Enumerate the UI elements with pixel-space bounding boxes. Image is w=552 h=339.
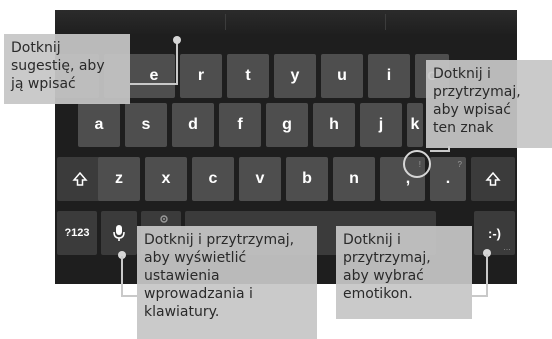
- key-h[interactable]: h: [313, 103, 355, 147]
- key-y[interactable]: y: [274, 54, 316, 98]
- emoticon-key[interactable]: :-) …: [474, 211, 515, 255]
- key-j[interactable]: j: [360, 103, 402, 147]
- shift-key-left[interactable]: [57, 157, 103, 201]
- pointer-line: [121, 295, 137, 297]
- key-d[interactable]: d: [172, 103, 214, 147]
- pointer-line: [130, 83, 178, 85]
- period-label: .: [445, 170, 451, 187]
- more-dots: …: [503, 243, 511, 252]
- key-k-label: [407, 103, 427, 147]
- pointer-line: [176, 40, 178, 84]
- key-z[interactable]: z: [98, 157, 140, 201]
- pointer-line: [448, 146, 450, 152]
- key-e[interactable]: e: [133, 54, 175, 98]
- pointer-line: [121, 256, 123, 296]
- microphone-icon: [113, 225, 125, 241]
- key-a[interactable]: a: [78, 103, 120, 147]
- key-n[interactable]: n: [333, 157, 375, 201]
- period-hint: ?: [457, 160, 462, 169]
- key-x[interactable]: x: [145, 157, 187, 201]
- shift-icon: [72, 171, 88, 186]
- symbols-key[interactable]: ?123: [57, 211, 97, 255]
- suggestion-strip[interactable]: [55, 10, 517, 34]
- key-b[interactable]: b: [286, 157, 328, 201]
- key-period[interactable]: . ?: [430, 157, 466, 201]
- shift-icon: [485, 171, 501, 186]
- highlight-ring: [403, 150, 431, 178]
- key-r[interactable]: r: [180, 54, 222, 98]
- gear-icon: [160, 215, 168, 223]
- key-s[interactable]: s: [125, 103, 167, 147]
- key-i[interactable]: i: [368, 54, 410, 98]
- key-u[interactable]: u: [321, 54, 363, 98]
- key-f[interactable]: f: [219, 103, 261, 147]
- pointer-line: [472, 295, 488, 297]
- key-v[interactable]: v: [239, 157, 281, 201]
- callout-hold-char: Dotknij i przytrzymaj, aby wpisać ten zn…: [426, 60, 552, 148]
- key-c[interactable]: c: [192, 157, 234, 201]
- shift-key-right[interactable]: [471, 157, 515, 201]
- callout-suggestion: Dotknij sugestię, aby ją wpisać: [4, 34, 130, 104]
- callout-emoticon: Dotknij i przytrzymaj, aby wybrać emotik…: [336, 226, 472, 319]
- suggestion-divider: [225, 14, 226, 30]
- pointer-dot: [173, 36, 181, 44]
- key-g[interactable]: g: [266, 103, 308, 147]
- callout-settings: Dotknij i przytrzymaj, aby wyświetlić us…: [137, 226, 317, 339]
- key-t[interactable]: t: [227, 54, 269, 98]
- suggestion-divider: [385, 14, 386, 30]
- pointer-line: [430, 150, 450, 152]
- pointer-line: [486, 254, 488, 296]
- voice-input-key[interactable]: [101, 211, 137, 255]
- emoticon-label: :-): [488, 225, 501, 241]
